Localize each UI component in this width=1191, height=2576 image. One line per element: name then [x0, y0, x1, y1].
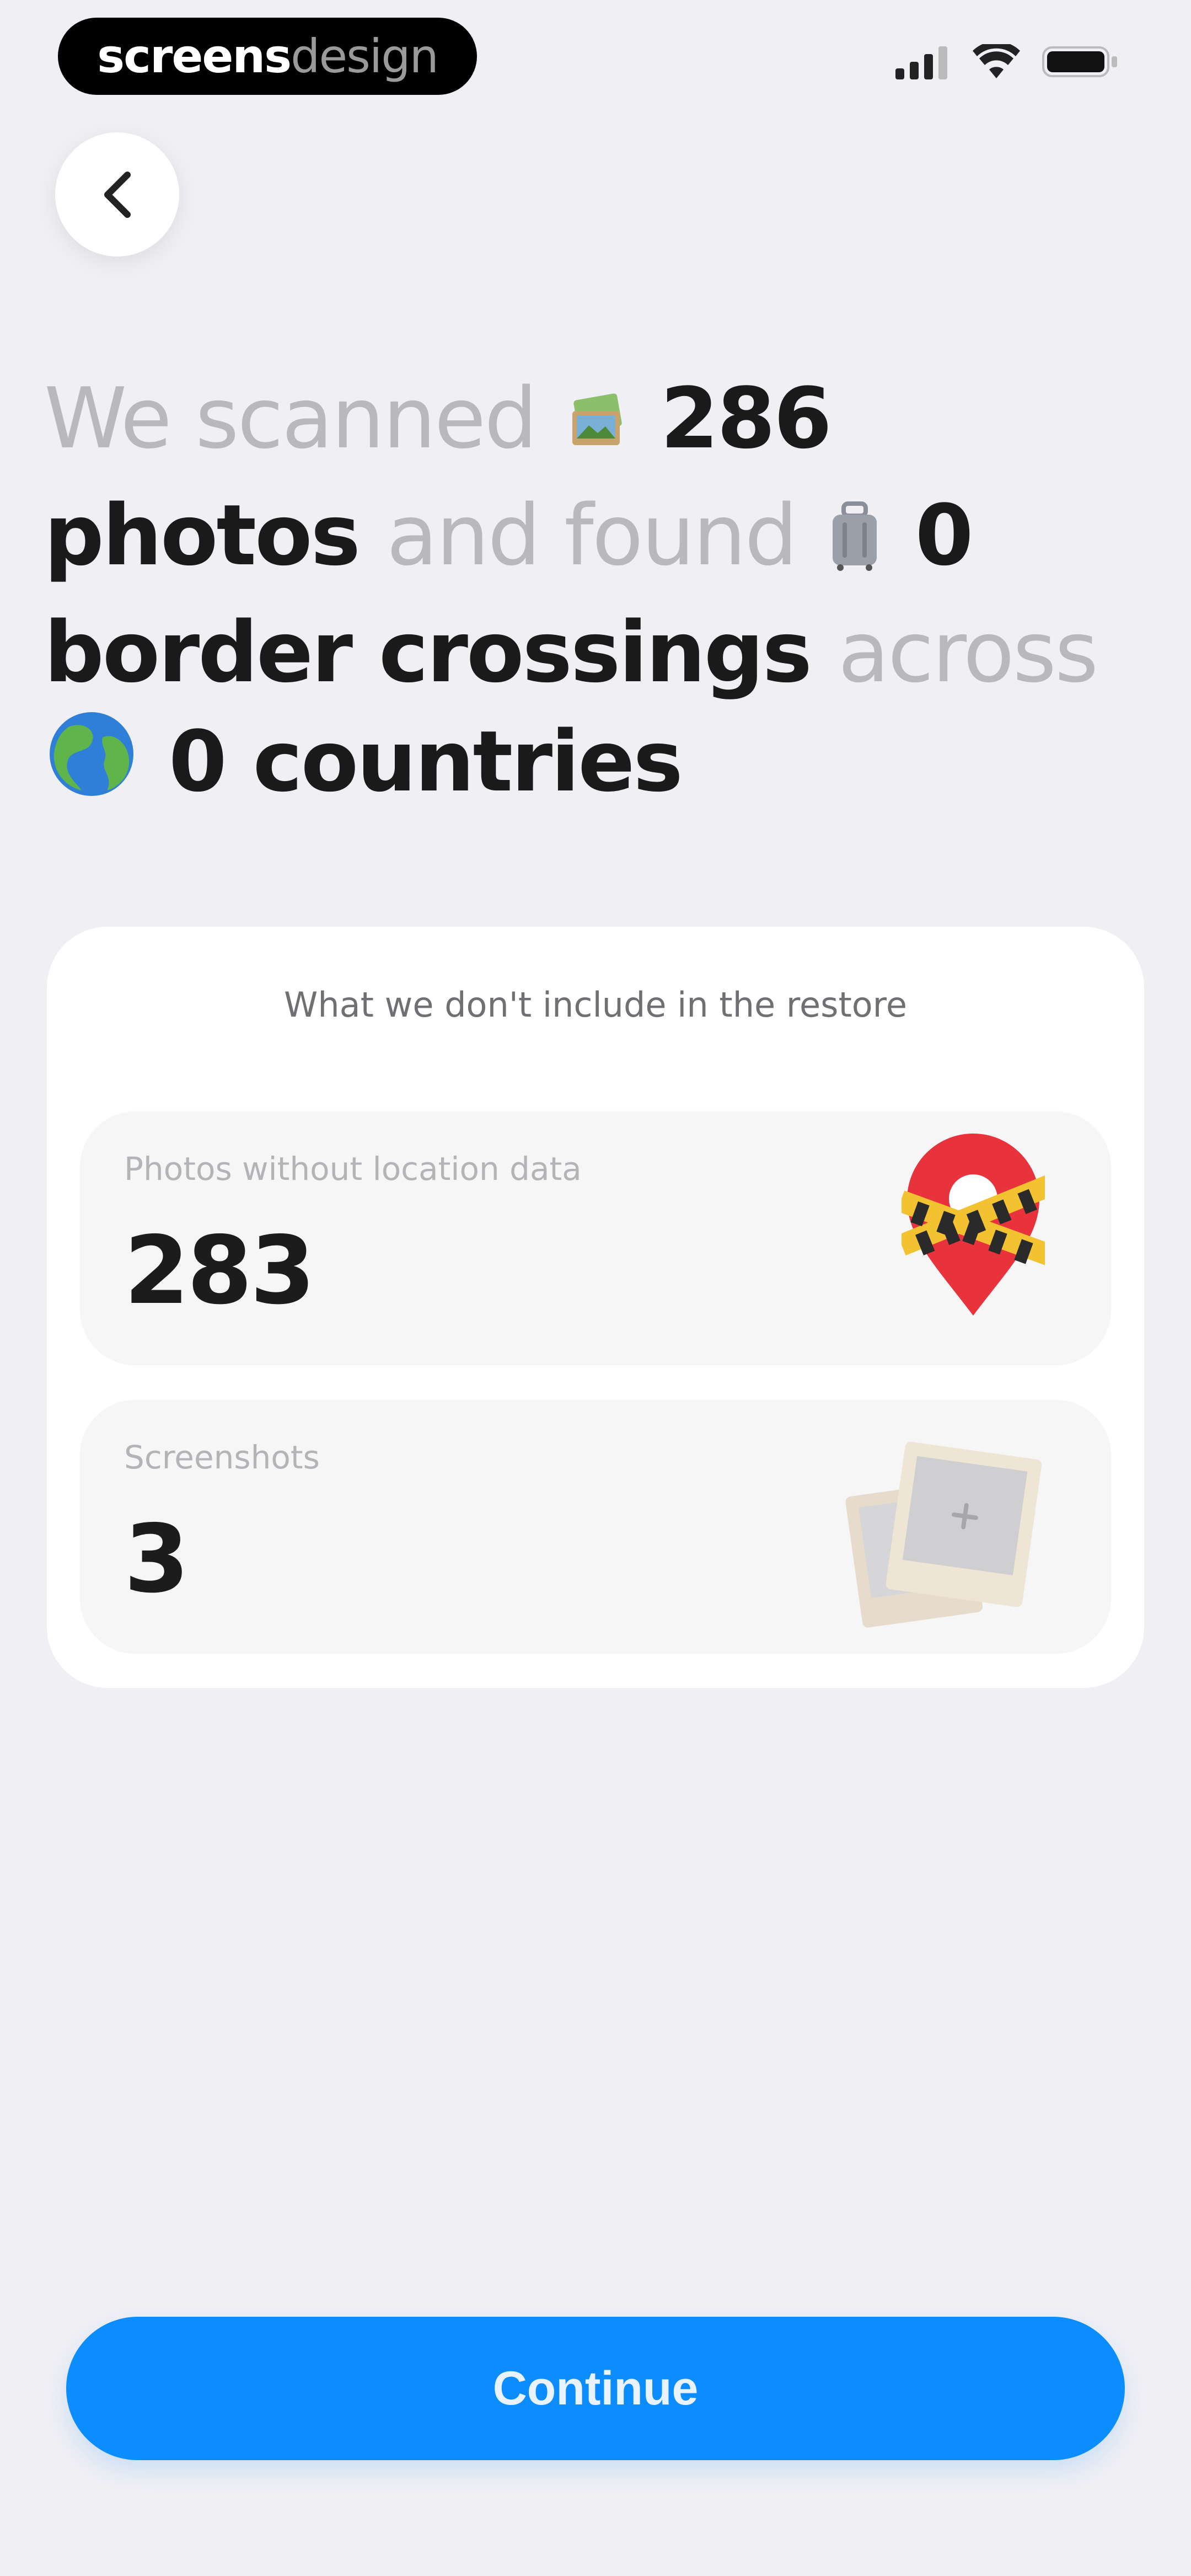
row-value: 283: [124, 1216, 315, 1326]
photos-emoji: [567, 372, 627, 481]
row-value: 3: [124, 1505, 189, 1614]
headline-text-3: across: [838, 603, 1098, 701]
row-label: Photos without location data: [124, 1150, 582, 1188]
status-icons: [895, 44, 1119, 79]
card-title: What we don't include in the restore: [284, 985, 907, 1025]
screenshot-photos-icon: [835, 1422, 1045, 1634]
excluded-row-no-location: Photos without location data 283: [80, 1111, 1111, 1365]
brand-logo: screens design: [58, 18, 477, 95]
signal-icon: [895, 46, 947, 79]
brand-logo-part-b: design: [291, 29, 439, 83]
headline-text-1: We scanned: [44, 370, 538, 467]
excluded-row-screenshots: Screenshots 3: [80, 1400, 1111, 1654]
wifi-icon: [973, 44, 1020, 78]
crossings-word: border crossings: [44, 603, 812, 701]
brand-logo-part-a: screens: [97, 29, 292, 83]
luggage-emoji: [827, 489, 882, 598]
back-button[interactable]: [55, 132, 179, 256]
photos-word: photos: [44, 487, 361, 584]
continue-button[interactable]: Continue: [66, 2317, 1125, 2460]
scan-summary-headline: We scanned 286 photos and found 0 border…: [44, 364, 1147, 824]
row-label: Screenshots: [124, 1439, 320, 1476]
globe-emoji: [47, 710, 136, 824]
headline-text-2: and found: [386, 487, 798, 584]
screen: screens design We scanned 286 photos and…: [0, 0, 1191, 2576]
countries-word: countries: [253, 713, 683, 810]
photos-count: 286: [660, 370, 832, 467]
battery-icon: [1042, 46, 1117, 77]
chevron-left-icon: [104, 171, 131, 218]
location-pin-taped-icon: [897, 1134, 1055, 1323]
crossings-count: 0: [915, 487, 974, 584]
countries-count: 0: [168, 713, 227, 810]
excluded-items-card: What we don't include in the restore Pho…: [47, 927, 1144, 1688]
